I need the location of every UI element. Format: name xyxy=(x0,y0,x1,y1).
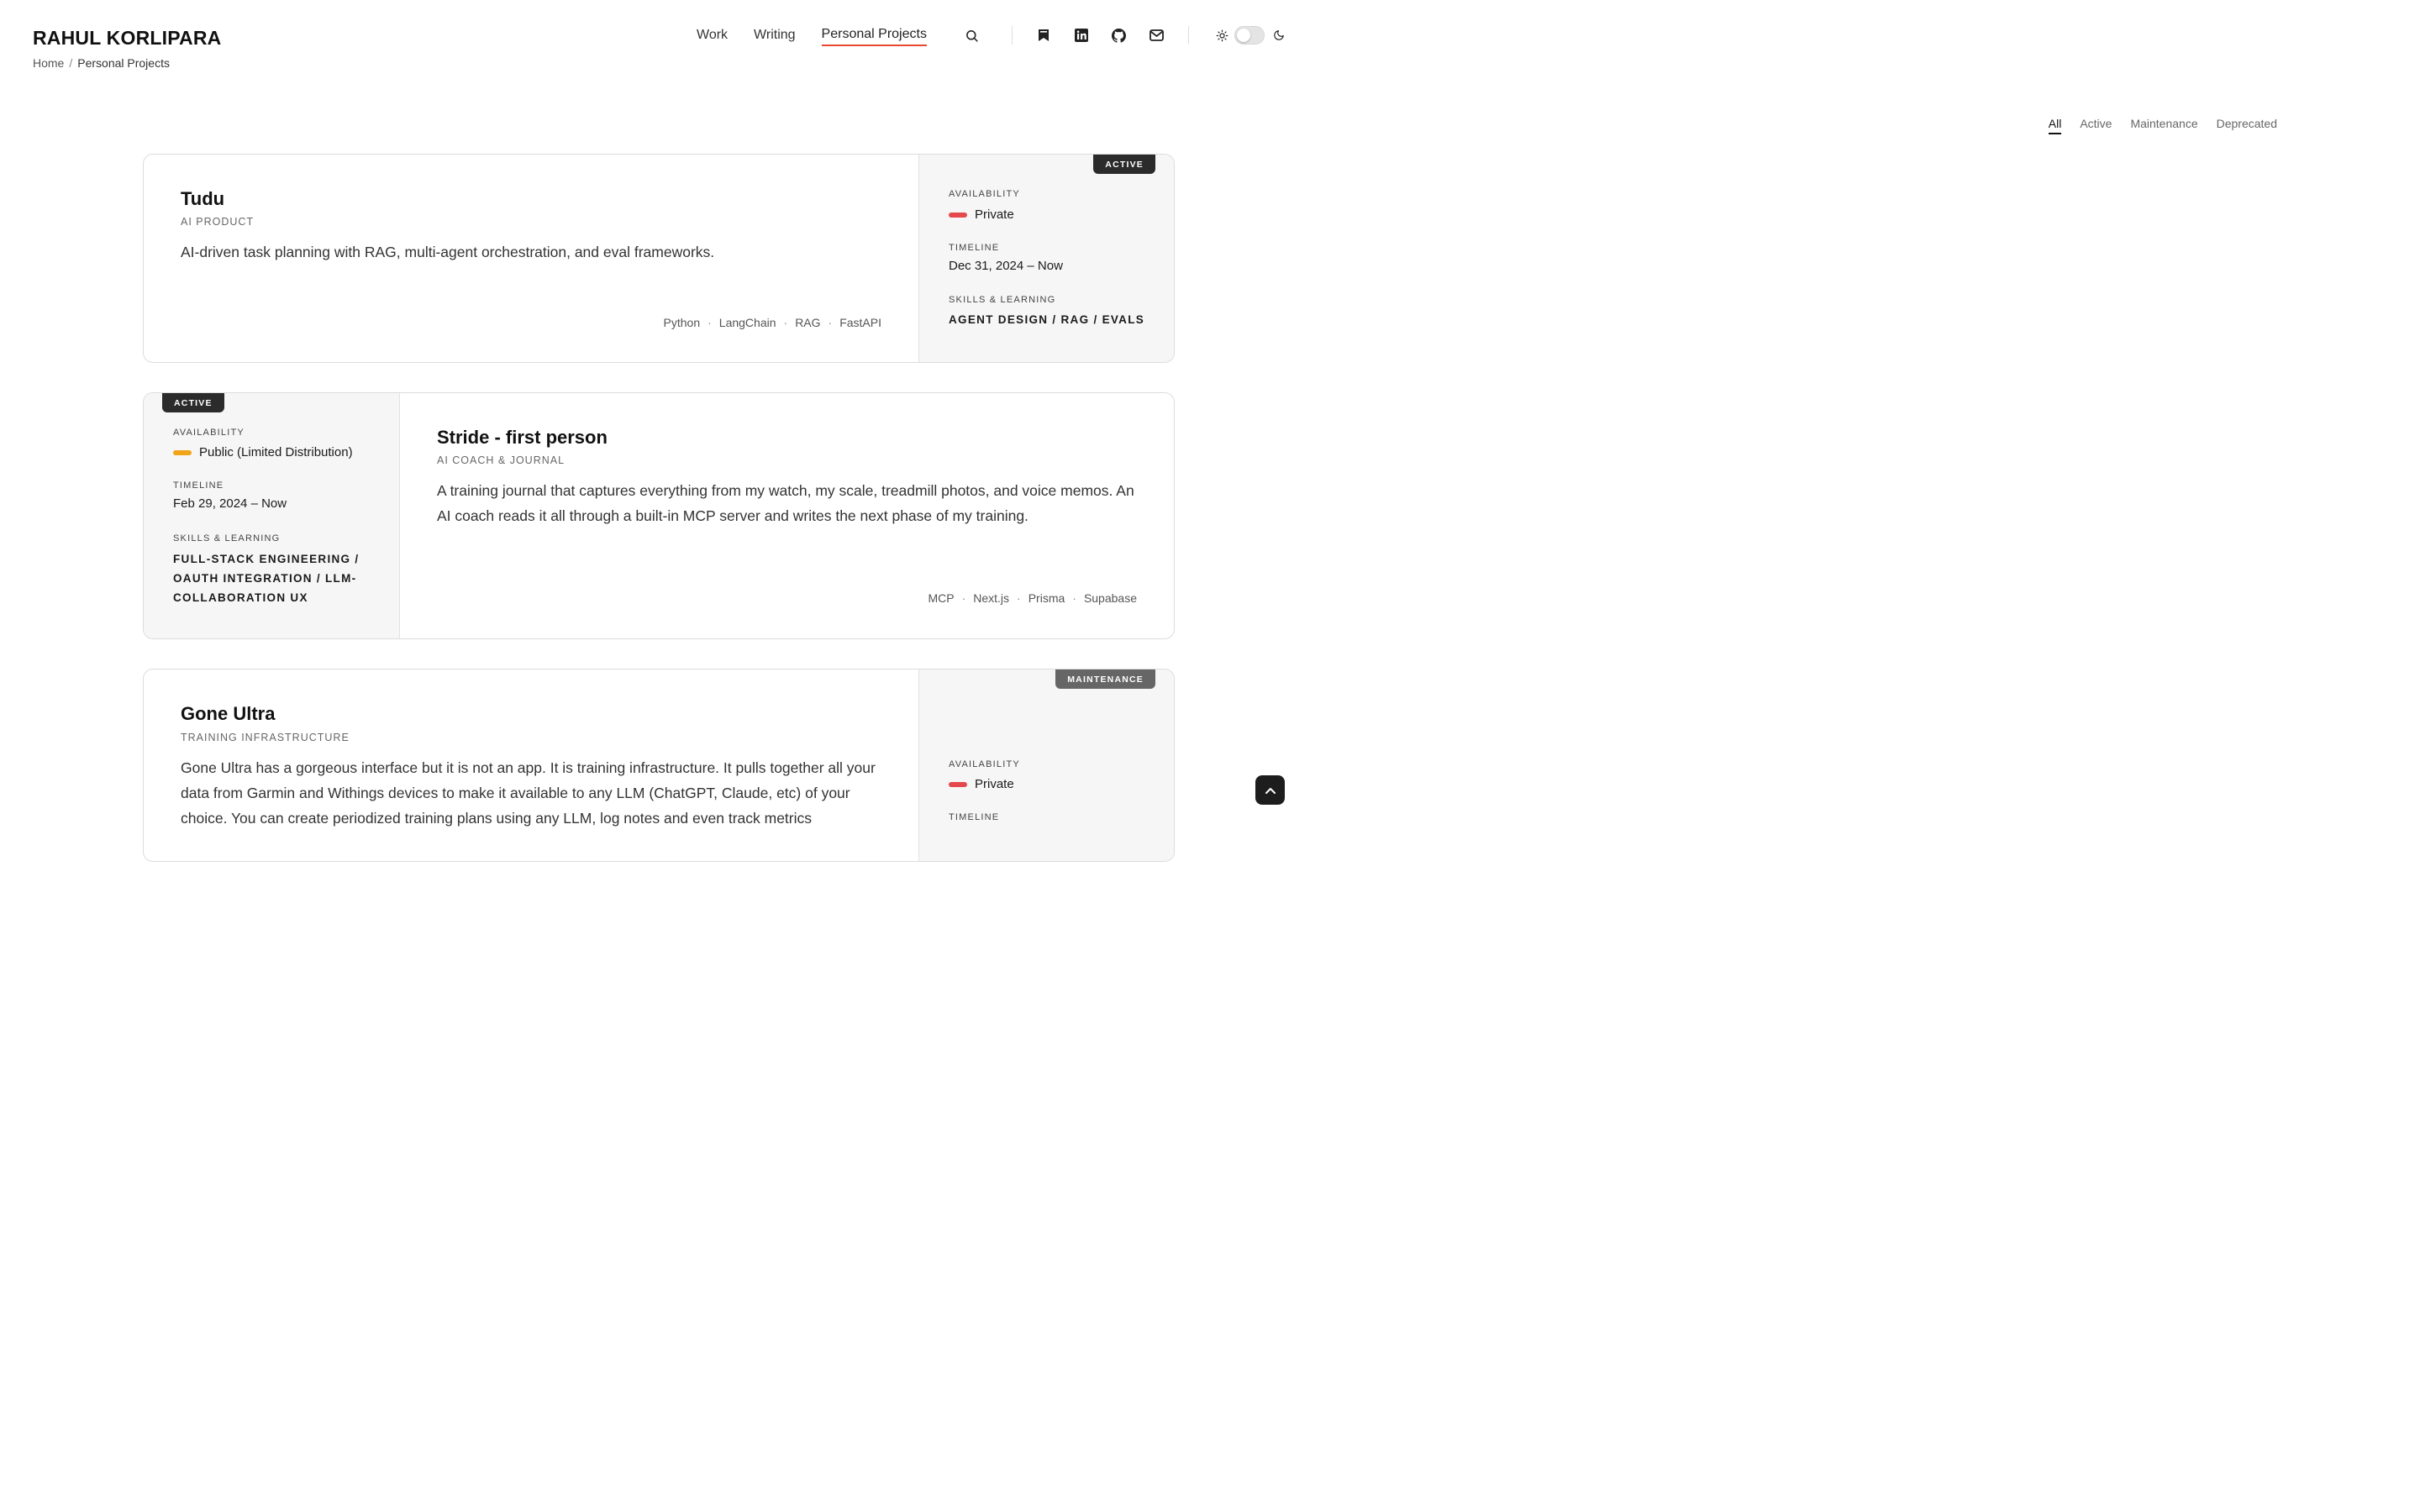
project-main: Tudu AI PRODUCT AI-driven task planning … xyxy=(144,155,918,362)
tech-tag: Supabase xyxy=(1065,591,1137,605)
project-card-stride[interactable]: ACTIVE AVAILABILITY Public (Limited Dist… xyxy=(143,392,1175,639)
site-brand[interactable]: RAHUL KORLIPARA xyxy=(33,27,221,50)
project-meta-panel: ACTIVE AVAILABILITY Private TIMELINE Dec… xyxy=(918,155,1174,362)
scroll-to-top-button[interactable] xyxy=(1255,775,1285,805)
project-category: AI COACH & JOURNAL xyxy=(437,454,566,466)
availability-value: Private xyxy=(949,207,1014,222)
status-filter-tabs: All Active Maintenance Deprecated xyxy=(2048,117,2277,134)
github-icon[interactable] xyxy=(1109,26,1128,45)
timeline-label: TIMELINE xyxy=(949,243,1000,253)
linkedin-icon[interactable] xyxy=(1072,26,1091,45)
sun-icon[interactable] xyxy=(1213,26,1231,45)
project-tags: MCP Next.js Prisma Supabase xyxy=(928,591,1137,605)
availability-value: Private xyxy=(949,777,1014,791)
nav-work[interactable]: Work xyxy=(697,28,728,45)
skills-label: SKILLS & LEARNING xyxy=(173,533,281,543)
timeline-value: Feb 29, 2024 – Now xyxy=(173,496,287,511)
project-main: Stride - first person AI COACH & JOURNAL… xyxy=(400,393,1174,638)
project-description: Gone Ultra has a gorgeous interface but … xyxy=(181,759,876,827)
breadcrumb: Home / Personal Projects xyxy=(33,56,170,70)
chevron-up-icon xyxy=(1265,787,1276,794)
tech-tag: RAG xyxy=(776,316,820,329)
project-title[interactable]: Tudu xyxy=(181,188,224,210)
breadcrumb-separator: / xyxy=(69,56,73,70)
breadcrumb-current: Personal Projects xyxy=(77,56,170,70)
project-meta-panel: MAINTENANCE AVAILABILITY Private TIMELIN… xyxy=(918,669,1174,861)
theme-toggle-knob xyxy=(1237,29,1250,42)
project-category: TRAINING INFRASTRUCTURE xyxy=(181,732,350,743)
tech-tag: Prisma xyxy=(1009,591,1065,605)
tech-tag: Python xyxy=(663,316,701,329)
tech-tag: LangChain xyxy=(700,316,776,329)
project-description: A training journal that captures everyth… xyxy=(437,482,1134,524)
project-meta-panel: ACTIVE AVAILABILITY Public (Limited Dist… xyxy=(144,393,400,638)
bookmark-icon[interactable] xyxy=(1034,26,1053,45)
nav-writing[interactable]: Writing xyxy=(754,28,796,45)
project-title[interactable]: Gone Ultra xyxy=(181,703,275,725)
availability-value: Public (Limited Distribution) xyxy=(173,445,353,459)
project-category: AI PRODUCT xyxy=(181,216,255,228)
availability-label: AVAILABILITY xyxy=(173,428,245,438)
project-title[interactable]: Stride - first person xyxy=(437,427,608,449)
breadcrumb-home[interactable]: Home xyxy=(33,56,64,70)
theme-toggle[interactable] xyxy=(1234,26,1265,45)
header-divider xyxy=(1188,26,1189,45)
availability-label: AVAILABILITY xyxy=(949,189,1020,199)
nav-personal-projects[interactable]: Personal Projects xyxy=(821,27,927,46)
main-nav: Work Writing Personal Projects xyxy=(697,25,953,47)
filter-active[interactable]: Active xyxy=(2080,117,2112,134)
status-badge: ACTIVE xyxy=(1093,155,1155,174)
timeline-value: Dec 31, 2024 – Now xyxy=(949,259,1063,273)
search-icon[interactable] xyxy=(962,26,981,45)
moon-icon[interactable] xyxy=(1270,26,1288,45)
skills-value: FULL-STACK ENGINEERING / OAUTH INTEGRATI… xyxy=(173,553,360,604)
availability-text: Private xyxy=(975,777,1014,791)
timeline-label: TIMELINE xyxy=(949,812,1000,822)
tech-tag: FastAPI xyxy=(821,316,881,329)
status-badge: MAINTENANCE xyxy=(1055,669,1155,689)
header-divider xyxy=(1012,26,1013,45)
project-tags: Python LangChain RAG FastAPI xyxy=(664,316,881,329)
filter-all[interactable]: All xyxy=(2048,117,2062,134)
availability-label: AVAILABILITY xyxy=(949,759,1020,769)
site-header: RAHUL KORLIPARA Home / Personal Projects… xyxy=(0,0,1318,84)
filter-maintenance[interactable]: Maintenance xyxy=(2130,117,2197,134)
availability-dot xyxy=(949,781,967,787)
status-badge: ACTIVE xyxy=(162,393,224,412)
project-description: AI-driven task planning with RAG, multi-… xyxy=(181,244,715,260)
availability-text: Public (Limited Distribution) xyxy=(199,445,353,459)
tech-tag: MCP xyxy=(928,591,955,605)
project-card-tudu[interactable]: Tudu AI PRODUCT AI-driven task planning … xyxy=(143,154,1175,363)
skills-value: AGENT DESIGN / RAG / EVALS xyxy=(949,313,1145,326)
availability-dot xyxy=(173,449,192,455)
project-main: Gone Ultra TRAINING INFRASTRUCTURE Gone … xyxy=(144,669,918,861)
availability-text: Private xyxy=(975,207,1014,222)
availability-dot xyxy=(949,212,967,218)
skills-label: SKILLS & LEARNING xyxy=(949,295,1056,305)
timeline-label: TIMELINE xyxy=(173,480,224,491)
mail-icon[interactable] xyxy=(1147,26,1165,45)
filter-deprecated[interactable]: Deprecated xyxy=(2217,117,2277,134)
tech-tag: Next.js xyxy=(955,591,1009,605)
project-card-gone-ultra[interactable]: Gone Ultra TRAINING INFRASTRUCTURE Gone … xyxy=(143,669,1175,862)
